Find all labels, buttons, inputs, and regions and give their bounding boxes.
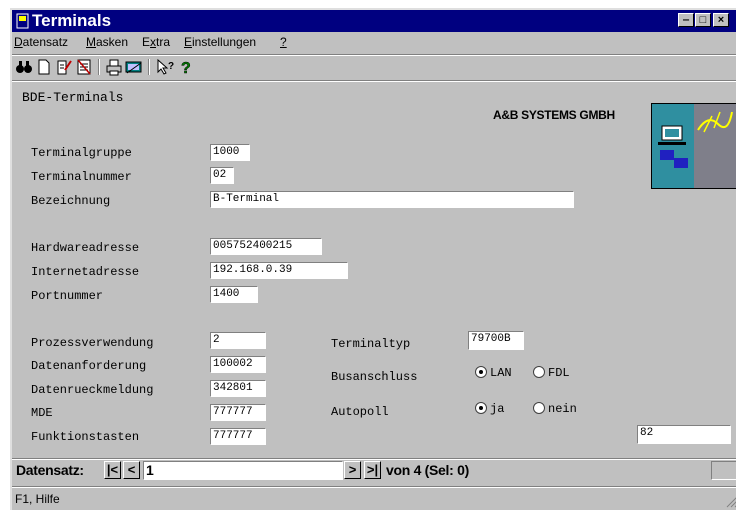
radio-fdl-label: FDL	[548, 366, 570, 380]
minimize-button[interactable]: ‒	[678, 13, 694, 27]
resize-grip-icon[interactable]	[726, 496, 736, 508]
radio-ja-label: ja	[490, 402, 505, 416]
datenanforderung-input[interactable]: 100002	[210, 356, 266, 373]
company-logo	[651, 103, 736, 189]
radio-lan[interactable]	[475, 366, 487, 378]
label-autopoll: Autopoll	[331, 405, 389, 419]
extra-value-input[interactable]: 82	[637, 425, 731, 444]
toolbar-separator	[98, 59, 100, 75]
record-count: von 4 (Sel: 0)	[386, 462, 469, 478]
label-terminaltyp: Terminaltyp	[331, 337, 411, 351]
company-name: A&B SYSTEMS GMBH	[493, 108, 615, 122]
radio-lan-label: LAN	[490, 366, 512, 380]
context-help-icon[interactable]: ?	[156, 58, 174, 76]
label-datenrueckmeldung: Datenrueckmeldung	[31, 383, 154, 397]
print-icon[interactable]	[105, 58, 123, 76]
delete-document-icon[interactable]	[75, 58, 93, 76]
label-terminalnummer: Terminalnummer	[31, 170, 132, 184]
window-title: Terminals	[32, 11, 112, 30]
menu-masken[interactable]: Masken	[86, 35, 128, 49]
edit-document-icon[interactable]	[55, 58, 73, 76]
label-hardwareadresse: Hardwareadresse	[31, 241, 140, 255]
title-bar[interactable]: Terminals ‒ □ ×	[12, 10, 736, 32]
first-record-button[interactable]: |<	[104, 461, 121, 479]
app-icon	[16, 13, 29, 29]
portnummer-input[interactable]: 1400	[210, 286, 258, 303]
label-mde: MDE	[31, 406, 53, 420]
screen-icon[interactable]	[125, 58, 143, 76]
prozessverwendung-input[interactable]: 2	[210, 332, 266, 349]
binoculars-icon[interactable]	[15, 58, 33, 76]
label-prozessverwendung: Prozessverwendung	[31, 336, 154, 350]
radio-fdl[interactable]	[533, 366, 545, 378]
status-text: F1, Hilfe	[15, 492, 60, 506]
label-datenanforderung: Datenanforderung	[31, 359, 147, 373]
radio-ja[interactable]	[475, 402, 487, 414]
svg-text:?: ?	[168, 61, 174, 72]
terminaltyp-input[interactable]: 79700B	[468, 331, 524, 350]
menu-extra[interactable]: Extra	[142, 35, 170, 49]
maximize-button[interactable]: □	[695, 13, 711, 27]
funktionstasten-input[interactable]: 777777	[210, 428, 266, 445]
label-funktionstasten: Funktionstasten	[31, 430, 140, 444]
mde-input[interactable]: 777777	[210, 404, 266, 421]
next-record-button[interactable]: >	[344, 461, 361, 479]
menu-einstellungen[interactable]: Einstellungen	[184, 35, 256, 49]
internetadresse-input[interactable]: 192.168.0.39	[210, 262, 348, 279]
menu-help[interactable]: ?	[280, 35, 287, 49]
radio-nein[interactable]	[533, 402, 545, 414]
label-portnummer: Portnummer	[31, 289, 104, 303]
new-document-icon[interactable]	[35, 58, 53, 76]
radio-nein-label: nein	[548, 402, 577, 416]
label-busanschluss: Busanschluss	[331, 370, 418, 384]
help-icon[interactable]: ?	[178, 58, 196, 78]
company-name-text: A&B SYSTEMS GMBH	[493, 108, 615, 122]
terminalnummer-input[interactable]: 02	[210, 167, 234, 184]
menu-datensatz[interactable]: Datensatz	[14, 35, 68, 49]
last-record-button[interactable]: >|	[364, 461, 381, 479]
bezeichnung-input[interactable]: B-Terminal	[210, 191, 574, 208]
label-bezeichnung: Bezeichnung	[31, 194, 111, 208]
close-button[interactable]: ×	[713, 13, 729, 27]
terminalgruppe-input[interactable]: 1000	[210, 144, 250, 161]
status-bar: F1, Hilfe	[12, 486, 736, 510]
label-terminalgruppe: Terminalgruppe	[31, 146, 132, 160]
toolbar: ? ?	[12, 56, 736, 78]
toolbar-separator	[148, 59, 150, 75]
navigator-separator	[12, 458, 736, 460]
menu-bar: Datensatz Masken Extra Einstellungen ?	[12, 32, 736, 52]
toolbar-separator-line	[12, 80, 736, 82]
label-internetadresse: Internetadresse	[31, 265, 140, 279]
terminals-window: Terminals ‒ □ × Datensatz Masken Extra E…	[10, 8, 736, 510]
navigator-label: Datensatz:	[16, 462, 84, 478]
previous-record-button[interactable]: <	[123, 461, 140, 479]
status-separator	[12, 486, 736, 488]
svg-text:?: ?	[181, 60, 191, 76]
navigator-indicator	[711, 461, 736, 480]
form-heading: BDE-Terminals	[22, 90, 124, 105]
record-number-input[interactable]: 1	[143, 461, 343, 480]
hardwareadresse-input[interactable]: 005752400215	[210, 238, 322, 255]
datenrueckmeldung-input[interactable]: 342801	[210, 380, 266, 397]
